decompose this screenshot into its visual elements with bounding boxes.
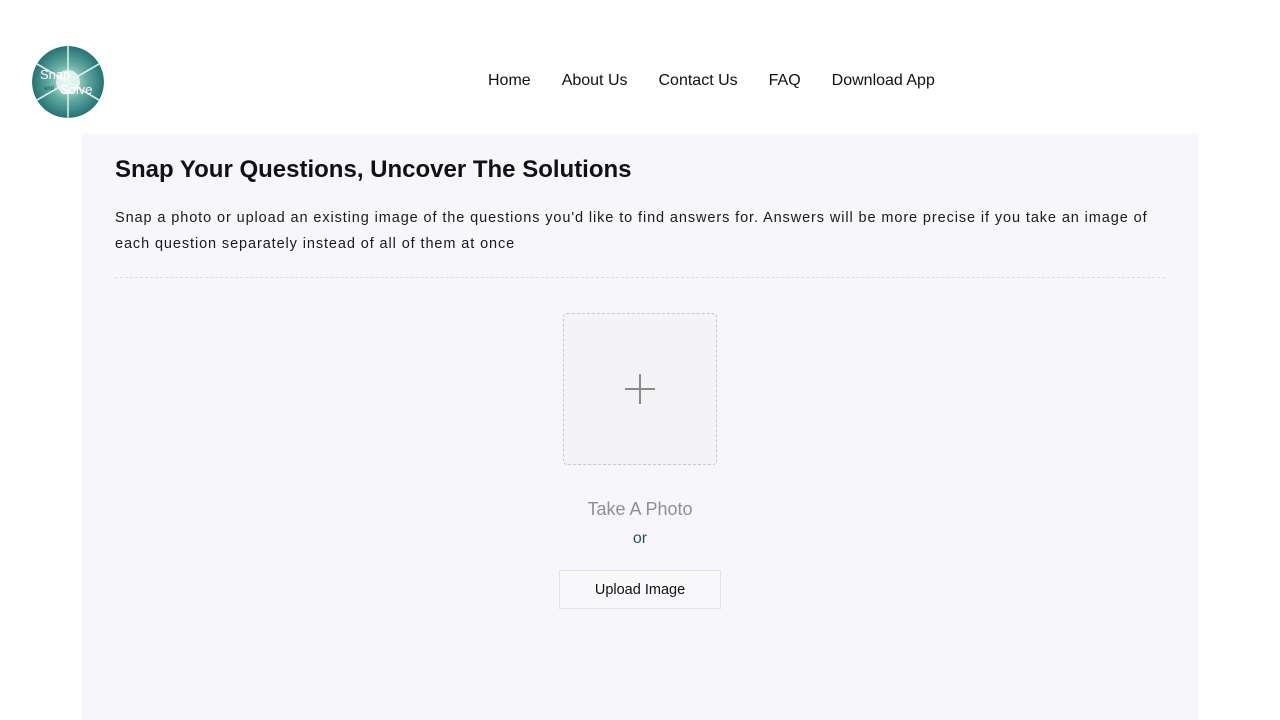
divider: [115, 277, 1165, 278]
take-photo-link[interactable]: Take A Photo: [82, 499, 1198, 520]
page-description: Snap a photo or upload an existing image…: [115, 210, 1148, 252]
image-drop-zone[interactable]: [563, 313, 717, 465]
plus-icon: [625, 374, 655, 404]
page-title: Snap Your Questions, Uncover The Solutio…: [115, 156, 632, 183]
or-separator: or: [632, 530, 648, 547]
main-nav: Home About Us Contact Us FAQ Download Ap…: [488, 70, 935, 92]
nav-home[interactable]: Home: [488, 70, 531, 92]
logo-text-snap: Snap: [40, 67, 70, 82]
logo[interactable]: Snap and Solve: [32, 46, 104, 118]
logo-text-solve: Solve: [60, 82, 93, 97]
snap-and-solve-logo-icon: Snap and Solve: [32, 46, 104, 118]
logo-text-and: and: [44, 86, 54, 92]
nav-contact-us[interactable]: Contact Us: [659, 70, 738, 92]
nav-faq[interactable]: FAQ: [769, 70, 801, 92]
upload-image-button[interactable]: Upload Image: [559, 570, 721, 609]
nav-download-app[interactable]: Download App: [832, 70, 935, 92]
upload-panel: Snap Your Questions, Uncover The Solutio…: [82, 134, 1198, 720]
nav-about-us[interactable]: About Us: [562, 70, 628, 92]
site-header: Snap and Solve Home About Us Contact Us …: [0, 0, 1280, 134]
